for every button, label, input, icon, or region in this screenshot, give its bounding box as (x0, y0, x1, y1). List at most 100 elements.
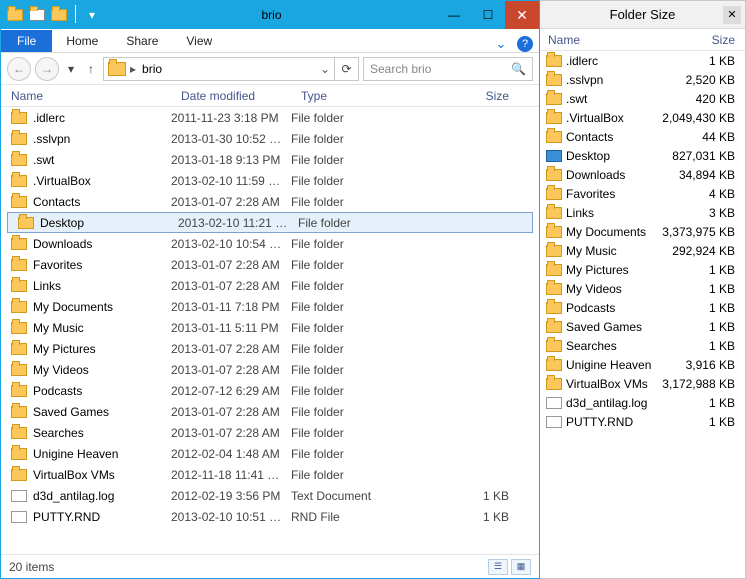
file-icon (546, 397, 562, 409)
header-name[interactable]: Name (1, 89, 171, 103)
table-row[interactable]: Downloads2013-02-10 10:54 …File folder (1, 233, 539, 254)
list-item[interactable]: Downloads34,894 KB (540, 165, 745, 184)
folder-icon (11, 343, 27, 355)
table-row[interactable]: My Videos2013-01-07 2:28 AMFile folder (1, 359, 539, 380)
file-type: File folder (291, 195, 401, 209)
item-size: 1 KB (661, 339, 745, 353)
table-row[interactable]: .swt2013-01-18 9:13 PMFile folder (1, 149, 539, 170)
explorer-window: ▾ brio — ☐ ✕ File Home Share View ⌄ ? ← … (0, 0, 540, 579)
table-row[interactable]: .sslvpn2013-01-30 10:52 …File folder (1, 128, 539, 149)
table-row[interactable]: Saved Games2013-01-07 2:28 AMFile folder (1, 401, 539, 422)
help-icon[interactable]: ? (517, 36, 533, 52)
history-dropdown[interactable]: ▾ (63, 57, 79, 81)
list-item[interactable]: d3d_antilag.log1 KB (540, 393, 745, 412)
forward-button[interactable]: → (35, 57, 59, 81)
list-item[interactable]: Podcasts1 KB (540, 298, 745, 317)
table-row[interactable]: Contacts2013-01-07 2:28 AMFile folder (1, 191, 539, 212)
table-row[interactable]: .VirtualBox2013-02-10 11:59 …File folder (1, 170, 539, 191)
file-name: Saved Games (33, 405, 171, 419)
qat-icon-2[interactable] (27, 5, 47, 25)
table-row[interactable]: Searches2013-01-07 2:28 AMFile folder (1, 422, 539, 443)
qat-icon-3[interactable] (49, 5, 69, 25)
folder-icon (546, 207, 562, 219)
breadcrumb[interactable]: brio (136, 62, 168, 76)
list-item[interactable]: .VirtualBox2,049,430 KB (540, 108, 745, 127)
file-name: PUTTY.RND (33, 510, 171, 524)
list-item[interactable]: My Pictures1 KB (540, 260, 745, 279)
file-date: 2012-07-12 6:29 AM (171, 384, 291, 398)
item-name: Desktop (566, 149, 661, 163)
back-button[interactable]: ← (7, 57, 31, 81)
table-row[interactable]: Podcasts2012-07-12 6:29 AMFile folder (1, 380, 539, 401)
list-item[interactable]: Searches1 KB (540, 336, 745, 355)
refresh-button[interactable]: ⟳ (334, 58, 358, 80)
table-row[interactable]: .idlerc2011-11-23 3:18 PMFile folder (1, 107, 539, 128)
list-item[interactable]: Favorites4 KB (540, 184, 745, 203)
list-item[interactable]: PUTTY.RND1 KB (540, 412, 745, 431)
side-header-name[interactable]: Name (540, 33, 661, 47)
list-item[interactable]: My Videos1 KB (540, 279, 745, 298)
view-icons-button[interactable]: ▦ (511, 559, 531, 575)
header-type[interactable]: Type (291, 89, 401, 103)
file-date: 2013-01-11 7:18 PM (171, 300, 291, 314)
qat-dropdown[interactable]: ▾ (82, 5, 102, 25)
file-date: 2013-02-10 10:54 … (171, 237, 291, 251)
titlebar[interactable]: ▾ brio — ☐ ✕ (1, 1, 539, 29)
item-name: d3d_antilag.log (566, 396, 661, 410)
list-item[interactable]: VirtualBox VMs3,172,988 KB (540, 374, 745, 393)
table-row[interactable]: d3d_antilag.log2012-02-19 3:56 PMText Do… (1, 485, 539, 506)
table-row[interactable]: VirtualBox VMs2012-11-18 11:41 …File fol… (1, 464, 539, 485)
list-item[interactable]: Links3 KB (540, 203, 745, 222)
minimize-button[interactable]: — (437, 1, 471, 29)
table-row[interactable]: My Music2013-01-11 5:11 PMFile folder (1, 317, 539, 338)
view-tab[interactable]: View (172, 30, 226, 52)
header-size[interactable]: Size (401, 89, 539, 103)
list-item[interactable]: Unigine Heaven3,916 KB (540, 355, 745, 374)
folder-icon (546, 112, 562, 124)
file-type: File folder (291, 111, 401, 125)
file-tab[interactable]: File (1, 30, 52, 52)
close-button[interactable]: ✕ (505, 1, 539, 29)
file-list[interactable]: .idlerc2011-11-23 3:18 PMFile folder.ssl… (1, 107, 539, 554)
side-close-button[interactable]: ✕ (723, 6, 741, 24)
ribbon-expand-icon[interactable]: ⌄ (491, 36, 511, 52)
folder-icon (11, 385, 27, 397)
file-date: 2013-01-07 2:28 AM (171, 258, 291, 272)
maximize-button[interactable]: ☐ (471, 1, 505, 29)
qat-icon-1[interactable] (5, 5, 25, 25)
header-date[interactable]: Date modified (171, 89, 291, 103)
item-name: Contacts (566, 130, 661, 144)
list-item[interactable]: My Documents3,373,975 KB (540, 222, 745, 241)
table-row[interactable]: Links2013-01-07 2:28 AMFile folder (1, 275, 539, 296)
table-row[interactable]: My Documents2013-01-11 7:18 PMFile folde… (1, 296, 539, 317)
list-item[interactable]: .idlerc1 KB (540, 51, 745, 70)
list-item[interactable]: .swt420 KB (540, 89, 745, 108)
file-name: Contacts (33, 195, 171, 209)
file-name: My Music (33, 321, 171, 335)
table-row[interactable]: PUTTY.RND2013-02-10 10:51 …RND File1 KB (1, 506, 539, 527)
home-tab[interactable]: Home (52, 30, 112, 52)
side-header-size[interactable]: Size (661, 33, 745, 47)
list-item[interactable]: .sslvpn2,520 KB (540, 70, 745, 89)
table-row[interactable]: Desktop2013-02-10 11:21 …File folder (7, 212, 533, 233)
side-list[interactable]: .idlerc1 KB.sslvpn2,520 KB.swt420 KB.Vir… (540, 51, 745, 578)
table-row[interactable]: My Pictures2013-01-07 2:28 AMFile folder (1, 338, 539, 359)
list-item[interactable]: Contacts44 KB (540, 127, 745, 146)
address-dropdown-icon[interactable]: ⌄ (316, 62, 334, 76)
folder-icon (11, 238, 27, 250)
search-box[interactable]: Search brio 🔍 (363, 57, 533, 81)
list-item[interactable]: Desktop827,031 KB (540, 146, 745, 165)
file-icon (546, 416, 562, 428)
item-name: Links (566, 206, 661, 220)
share-tab[interactable]: Share (112, 30, 172, 52)
file-name: Unigine Heaven (33, 447, 171, 461)
table-row[interactable]: Favorites2013-01-07 2:28 AMFile folder (1, 254, 539, 275)
table-row[interactable]: Unigine Heaven2012-02-04 1:48 AMFile fol… (1, 443, 539, 464)
item-size: 1 KB (661, 54, 745, 68)
list-item[interactable]: Saved Games1 KB (540, 317, 745, 336)
side-title-bar[interactable]: Folder Size ✕ (540, 1, 745, 29)
view-details-button[interactable]: ☰ (488, 559, 508, 575)
address-bar[interactable]: ▸ brio ⌄ ⟳ (103, 57, 359, 81)
up-button[interactable]: ↑ (83, 57, 99, 81)
list-item[interactable]: My Music292,924 KB (540, 241, 745, 260)
